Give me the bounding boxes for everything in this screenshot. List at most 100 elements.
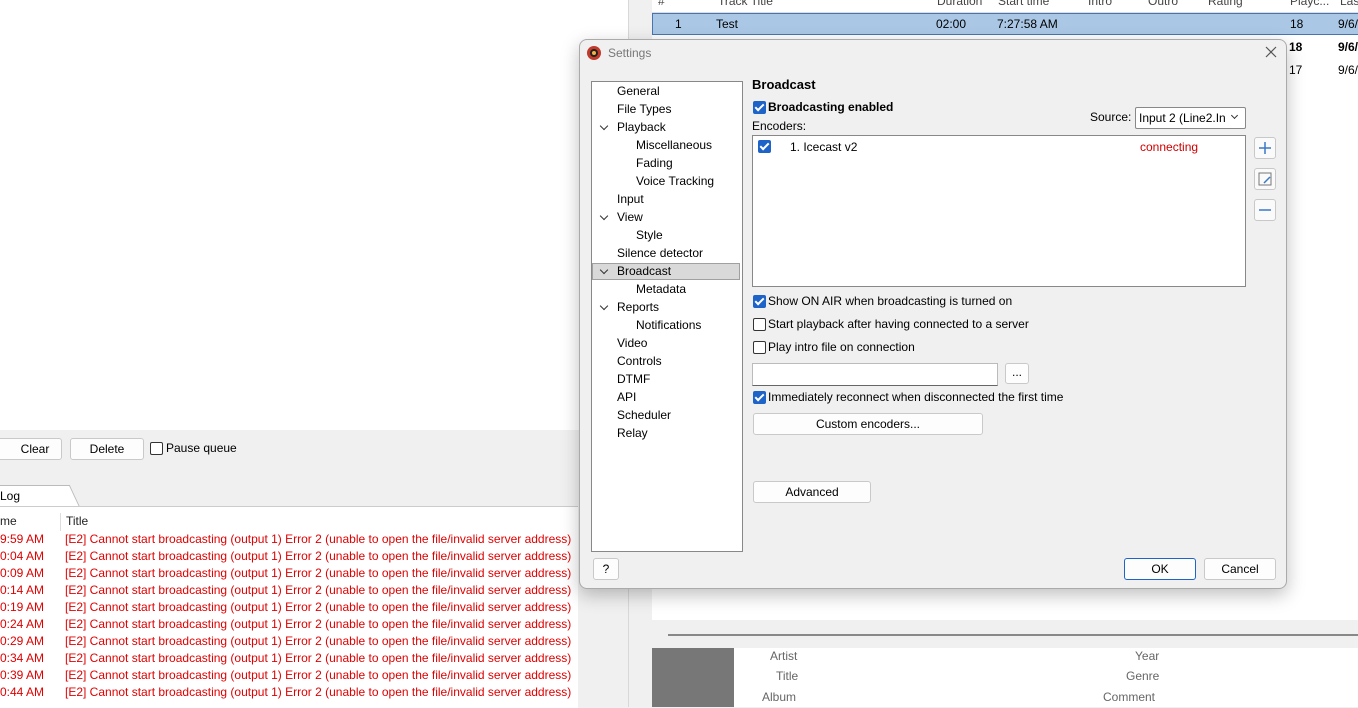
tree-item-controls[interactable]: Controls — [617, 354, 662, 368]
log-row[interactable]: 0:44 AM [E2] Cannot start broadcasting (o… — [0, 685, 578, 702]
log-message: [E2] Cannot start broadcasting (output 1… — [65, 634, 572, 648]
encoder-enabled-checkbox[interactable] — [758, 140, 771, 153]
tree-item-file-types[interactable]: File Types — [617, 102, 671, 116]
tree-item-general[interactable]: General — [617, 84, 660, 98]
tree-item-playback[interactable]: Playback — [617, 120, 666, 134]
row-last: 9/6/ — [1338, 17, 1358, 31]
log-time: 9:59 AM — [0, 532, 45, 546]
tree-item-input[interactable]: Input — [617, 192, 644, 206]
tree-item-miscellaneous[interactable]: Miscellaneous — [636, 138, 712, 152]
start-playback-checkbox[interactable] — [753, 318, 766, 331]
tree-item-metadata[interactable]: Metadata — [636, 282, 686, 296]
source-select[interactable]: Input 2 (Line2.In) — [1135, 107, 1246, 129]
log-list: me Title 9:59 AM [E2] Cannot start broadc… — [0, 506, 578, 708]
row-duration: 02:00 — [936, 17, 967, 31]
tree-item-api[interactable]: API — [617, 390, 636, 404]
custom-encoders-button[interactable]: Custom encoders... — [753, 413, 983, 435]
log-col-time[interactable]: me — [0, 514, 17, 528]
tree-item-video[interactable]: Video — [617, 336, 647, 350]
tree-item-view[interactable]: View — [617, 210, 643, 224]
log-message: [E2] Cannot start broadcasting (output 1… — [65, 651, 572, 665]
row2-playcount: 18 — [1289, 40, 1303, 54]
log-message: [E2] Cannot start broadcasting (output 1… — [65, 685, 572, 699]
log-row[interactable]: 0:39 AM [E2] Cannot start broadcasting (o… — [0, 668, 578, 685]
log-col-title[interactable]: Title — [66, 514, 88, 528]
start-playback-label: Start playback after having connected to… — [768, 317, 1029, 331]
encoder-name[interactable]: 1. Icecast v2 — [790, 140, 857, 154]
col-duration[interactable]: Duration — [937, 0, 982, 8]
log-row[interactable]: 0:34 AM [E2] Cannot start broadcasting (o… — [0, 651, 578, 668]
col-start-time[interactable]: Start time — [998, 0, 1049, 8]
remove-encoder-button[interactable] — [1254, 199, 1276, 221]
info-title-label: Title — [776, 669, 799, 683]
edit-icon — [1258, 172, 1272, 186]
log-time: 0:09 AM — [0, 566, 45, 580]
delete-button[interactable]: Delete — [70, 438, 144, 460]
tree-item-fading[interactable]: Fading — [636, 156, 673, 170]
col-number[interactable]: # — [658, 0, 665, 8]
panel-heading: Broadcast — [752, 77, 816, 92]
pause-queue-label: Pause queue — [166, 441, 237, 455]
col-playcount[interactable]: Playc... — [1290, 0, 1329, 8]
tree-item-reports[interactable]: Reports — [617, 300, 659, 314]
log-row[interactable]: 0:09 AM [E2] Cannot start broadcasting (o… — [0, 566, 578, 583]
encoder-status: connecting — [1140, 140, 1199, 154]
play-intro-checkbox[interactable] — [753, 341, 766, 354]
log-message: [E2] Cannot start broadcasting (output 1… — [65, 668, 572, 682]
tree-item-relay[interactable]: Relay — [617, 426, 648, 440]
log-row[interactable]: 0:29 AM [E2] Cannot start broadcasting (o… — [0, 634, 578, 651]
info-year-label: Year — [1135, 649, 1160, 663]
add-encoder-button[interactable] — [1254, 137, 1276, 159]
source-value: Input 2 (Line2.In) — [1139, 111, 1225, 125]
intro-file-input[interactable] — [752, 363, 998, 386]
log-row[interactable]: 0:14 AM [E2] Cannot start broadcasting (o… — [0, 583, 578, 600]
ok-button[interactable]: OK — [1124, 558, 1196, 580]
encoders-list — [752, 135, 1246, 287]
log-time: 0:34 AM — [0, 651, 45, 665]
log-time: 0:24 AM — [0, 617, 45, 631]
row-playcount: 18 — [1290, 17, 1304, 31]
info-comment-label: Comment — [1103, 690, 1156, 704]
log-col-divider — [60, 513, 61, 531]
cancel-button[interactable]: Cancel — [1204, 558, 1276, 580]
advanced-button[interactable]: Advanced — [753, 481, 871, 503]
tree-item-voice-tracking[interactable]: Voice Tracking — [636, 174, 714, 188]
help-button[interactable]: ? — [593, 558, 619, 580]
tree-item-broadcast[interactable]: Broadcast — [617, 264, 671, 278]
row3-playcount: 17 — [1289, 63, 1303, 77]
broadcasting-enabled-label: Broadcasting enabled — [768, 100, 894, 114]
browse-button[interactable]: ... — [1005, 363, 1029, 384]
tree-item-style[interactable]: Style — [636, 228, 663, 242]
tree-item-scheduler[interactable]: Scheduler — [617, 408, 671, 422]
info-divider — [668, 634, 1358, 636]
pause-queue-checkbox[interactable] — [150, 442, 163, 455]
reconnect-checkbox[interactable] — [753, 391, 766, 404]
log-message: [E2] Cannot start broadcasting (output 1… — [65, 617, 572, 631]
log-time: 0:39 AM — [0, 668, 45, 682]
log-row[interactable]: 0:24 AM [E2] Cannot start broadcasting (o… — [0, 617, 578, 634]
log-row[interactable]: 0:04 AM [E2] Cannot start broadcasting (o… — [0, 549, 578, 566]
minus-icon — [1259, 209, 1271, 211]
col-track-title[interactable]: Track Title — [718, 0, 773, 8]
tree-item-silence-detector[interactable]: Silence detector — [617, 246, 703, 260]
tree-item-notifications[interactable]: Notifications — [636, 318, 701, 332]
reconnect-label: Immediately reconnect when disconnected … — [768, 390, 1064, 404]
col-intro[interactable]: Intro — [1088, 0, 1112, 8]
encoders-label: Encoders: — [752, 119, 807, 133]
log-row[interactable]: 9:59 AM [E2] Cannot start broadcasting (o… — [0, 532, 578, 549]
col-outro[interactable]: Outro — [1148, 0, 1178, 8]
log-message: [E2] Cannot start broadcasting (output 1… — [65, 600, 572, 614]
log-row[interactable]: 0:19 AM [E2] Cannot start broadcasting (o… — [0, 600, 578, 617]
tree-item-dtmf[interactable]: DTMF — [617, 372, 650, 386]
show-on-air-checkbox[interactable] — [753, 295, 766, 308]
row3-last: 9/6/ — [1338, 63, 1358, 77]
log-tab-label: Log — [0, 489, 21, 503]
edit-encoder-button[interactable] — [1254, 168, 1276, 190]
col-rating[interactable]: Rating — [1208, 0, 1243, 8]
queue-panel — [0, 0, 628, 430]
clear-button[interactable]: Clear — [0, 438, 62, 460]
broadcasting-enabled-checkbox[interactable] — [753, 101, 766, 114]
close-icon[interactable] — [1262, 43, 1280, 61]
source-label: Source: — [1090, 110, 1132, 124]
col-last[interactable]: Las — [1340, 0, 1358, 8]
